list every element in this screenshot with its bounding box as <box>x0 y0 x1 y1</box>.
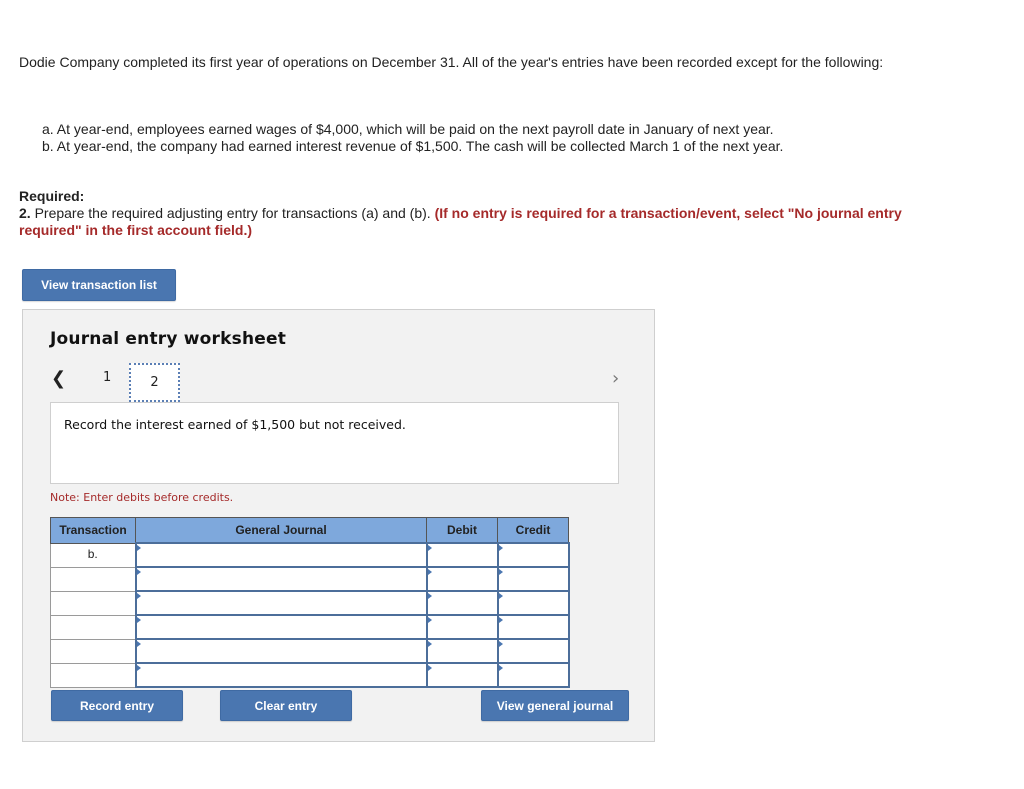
chevron-right-icon[interactable]: › <box>612 368 619 389</box>
header-debit: Debit <box>426 517 498 544</box>
problem-intro: Dodie Company completed its first year o… <box>19 54 884 70</box>
transaction-cell <box>50 614 136 640</box>
header-general-journal: General Journal <box>135 517 427 544</box>
debit-input[interactable] <box>425 566 499 592</box>
tab-2-label: 2 <box>150 375 159 390</box>
debit-input[interactable] <box>425 638 499 664</box>
journal-table: Transaction General Journal Debit Credit… <box>50 517 570 688</box>
tab-1[interactable]: 1 <box>103 370 111 385</box>
problem-item-a: a. At year-end, employees earned wages o… <box>42 121 774 137</box>
table-row <box>50 614 570 640</box>
view-general-journal-button[interactable]: View general journal <box>481 690 629 721</box>
transaction-cell <box>50 638 136 664</box>
required-text: 2. Prepare the required adjusting entry … <box>19 205 919 239</box>
debit-input[interactable] <box>425 614 499 640</box>
required-number: 2. <box>19 205 31 221</box>
tab-2[interactable]: 2 <box>129 363 180 402</box>
credit-input[interactable] <box>496 614 570 640</box>
required-heading: Required: <box>19 188 85 204</box>
table-row <box>50 662 570 688</box>
transaction-description: Record the interest earned of $1,500 but… <box>64 417 406 432</box>
clear-entry-button[interactable]: Clear entry <box>220 690 352 721</box>
account-input[interactable] <box>134 614 428 640</box>
account-input[interactable] <box>134 662 428 688</box>
header-transaction: Transaction <box>50 517 136 544</box>
table-row: b. <box>50 542 570 568</box>
credit-input[interactable] <box>496 566 570 592</box>
view-transaction-list-button[interactable]: View transaction list <box>22 269 176 301</box>
chevron-left-icon[interactable]: ❮ <box>51 368 66 389</box>
transaction-cell <box>50 662 136 688</box>
credit-input[interactable] <box>496 638 570 664</box>
header-credit: Credit <box>497 517 569 544</box>
worksheet-title: Journal entry worksheet <box>50 329 287 349</box>
problem-items: a. At year-end, employees earned wages o… <box>42 121 783 155</box>
credit-input[interactable] <box>496 542 570 568</box>
debit-input[interactable] <box>425 542 499 568</box>
debits-credits-note: Note: Enter debits before credits. <box>50 491 234 504</box>
journal-entry-worksheet: Journal entry worksheet ❮ 1 2 › Record t… <box>22 309 655 742</box>
account-input[interactable] <box>134 566 428 592</box>
transaction-cell <box>50 590 136 616</box>
transaction-description-box: Record the interest earned of $1,500 but… <box>50 402 619 484</box>
required-body: Prepare the required adjusting entry for… <box>30 205 435 221</box>
debit-input[interactable] <box>425 662 499 688</box>
account-input[interactable] <box>134 590 428 616</box>
required-section: Required: 2. Prepare the required adjust… <box>19 188 919 239</box>
journal-table-header: Transaction General Journal Debit Credit <box>50 517 569 544</box>
transaction-cell <box>50 566 136 592</box>
debit-input[interactable] <box>425 590 499 616</box>
record-entry-button[interactable]: Record entry <box>51 690 183 721</box>
table-row <box>50 638 570 664</box>
problem-item-b: b. At year-end, the company had earned i… <box>42 138 784 154</box>
credit-input[interactable] <box>496 590 570 616</box>
account-input[interactable] <box>134 638 428 664</box>
table-row <box>50 590 570 616</box>
credit-input[interactable] <box>496 662 570 688</box>
account-input[interactable] <box>134 542 428 568</box>
table-row <box>50 566 570 592</box>
transaction-cell: b. <box>50 542 136 568</box>
